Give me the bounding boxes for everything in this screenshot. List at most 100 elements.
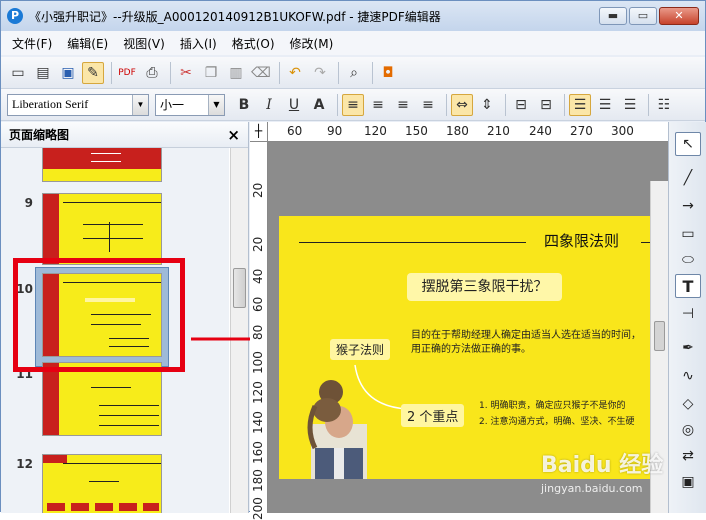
- menu-bar: 文件(F) 编辑(E) 视图(V) 插入(I) 格式(O) 修改(M): [1, 31, 705, 55]
- bag-icon[interactable]: ◘: [377, 62, 399, 84]
- copy-icon[interactable]: ❐: [200, 62, 222, 84]
- toolbar-divider: [446, 93, 447, 116]
- horizontal-ruler: 60 90 120 150 180 210 240 270 300: [268, 122, 668, 142]
- page-thumbnail-8[interactable]: [42, 148, 162, 182]
- divider-line: [299, 242, 526, 243]
- text-outline-button[interactable]: A: [308, 94, 330, 116]
- edit-pen-icon[interactable]: ✎: [82, 61, 104, 84]
- cut-icon[interactable]: ✂: [175, 62, 197, 84]
- scrollbar-thumb[interactable]: [233, 268, 246, 308]
- toolbar-divider: [338, 61, 339, 84]
- rectangle-tool-icon[interactable]: ▭: [675, 222, 701, 246]
- save-icon[interactable]: ▣: [57, 62, 79, 84]
- ruler-tick: 120: [364, 124, 387, 138]
- underline-button[interactable]: U: [283, 94, 305, 116]
- pen-tool-icon[interactable]: ✒: [675, 336, 701, 360]
- search-zoom-icon[interactable]: ⌕: [343, 62, 365, 84]
- baidu-watermark: Baidu 经验: [541, 453, 664, 478]
- pdf-page[interactable]: 四象限法则 摆脱第三象限干扰？ 猴子法则 目的在于帮助经理人确定由适当人选在适当…: [279, 216, 652, 479]
- toolbar-divider: [170, 61, 171, 84]
- description-line: 目的在于帮助经理人确定由适当人选在适当的时间，: [411, 330, 641, 341]
- toolbar-divider: [505, 93, 506, 116]
- text-tool-icon[interactable]: T: [675, 274, 701, 298]
- toolbar-divider: [564, 93, 565, 116]
- ruler-tick: 100: [251, 351, 265, 374]
- ruler-tick: 160: [251, 441, 265, 464]
- list-item: 2. 注意沟通方式，明确、坚决、不生硬: [479, 417, 635, 427]
- curve-tool-icon[interactable]: ∿: [675, 364, 701, 388]
- align-center-icon[interactable]: ≡: [367, 94, 389, 116]
- indent-left-icon[interactable]: ⊟: [510, 94, 532, 116]
- minimize-button[interactable]: ▬: [599, 7, 627, 25]
- select-arrow-icon[interactable]: ↖: [675, 132, 701, 156]
- indent-right-icon[interactable]: ⊟: [535, 94, 557, 116]
- font-size-select[interactable]: 小一 ▼: [155, 93, 225, 116]
- line-tool-icon[interactable]: ╱: [675, 166, 701, 190]
- menu-file[interactable]: 文件(F): [7, 35, 57, 52]
- swap-tool-icon[interactable]: ⇄: [675, 444, 701, 468]
- bold-button[interactable]: B: [233, 94, 255, 116]
- line-spacing-icon[interactable]: ⇕: [476, 94, 498, 116]
- monkey-rule-label[interactable]: 猴子法则: [330, 339, 391, 360]
- list-item: 1. 明确职责，确定应只猴子不是你的: [479, 401, 626, 411]
- marker-tool-icon[interactable]: ⊣: [675, 302, 701, 326]
- italic-button[interactable]: I: [258, 94, 280, 116]
- close-button[interactable]: ✕: [659, 7, 699, 25]
- align-justify-icon[interactable]: ≡: [417, 94, 439, 116]
- ruler-tick: 240: [529, 124, 552, 138]
- page-thumbnail-11[interactable]: [42, 362, 162, 436]
- ruler-tick: 80: [251, 324, 265, 340]
- key-points-label[interactable]: 2 个重点: [401, 404, 465, 427]
- maximize-button[interactable]: ▭: [629, 7, 657, 25]
- arrow-tool-icon[interactable]: →: [675, 194, 701, 218]
- align-left-icon[interactable]: ≡: [342, 93, 364, 116]
- page-thumbnail-12[interactable]: [42, 454, 162, 513]
- ruler-tick: 150: [405, 124, 428, 138]
- ruler-tick: 120: [251, 381, 265, 404]
- slide-question-bubble[interactable]: 摆脱第三象限干扰？: [407, 273, 562, 301]
- char-spacing-icon[interactable]: ⇔: [451, 93, 473, 116]
- scrollbar-thumb[interactable]: [654, 321, 665, 351]
- close-icon[interactable]: ×: [227, 126, 240, 144]
- new-file-icon[interactable]: ▭: [7, 62, 29, 84]
- menu-format[interactable]: 格式(O): [227, 35, 280, 52]
- print-icon[interactable]: ⎙: [141, 62, 163, 84]
- list-icon[interactable]: ☷: [653, 94, 675, 116]
- ellipse-tool-icon[interactable]: ⬭: [675, 248, 701, 272]
- monkey-man-photo[interactable]: [301, 378, 371, 479]
- font-family-select[interactable]: Liberation Serif ▼: [7, 93, 149, 116]
- menu-modify[interactable]: 修改(M): [285, 35, 339, 52]
- chevron-down-icon[interactable]: ▼: [208, 94, 224, 115]
- toolbar-divider: [279, 61, 280, 84]
- toolbar-divider: [337, 93, 338, 116]
- paragraph-right-icon[interactable]: ☰: [619, 94, 641, 116]
- slide-title[interactable]: 四象限法则: [544, 230, 619, 251]
- ruler-tick: 140: [251, 411, 265, 434]
- redo-icon[interactable]: ↷: [309, 62, 331, 84]
- menu-view[interactable]: 视图(V): [118, 35, 170, 52]
- open-folder-icon[interactable]: ▤: [32, 62, 54, 84]
- page-number-9: 9: [24, 196, 33, 210]
- paste-icon[interactable]: ▥: [225, 62, 247, 84]
- stamp-tool-icon[interactable]: ◎: [675, 418, 701, 442]
- ruler-tick: 300: [611, 124, 634, 138]
- menu-edit[interactable]: 编辑(E): [62, 35, 113, 52]
- chevron-down-icon[interactable]: ▼: [132, 94, 148, 115]
- paragraph-center-icon[interactable]: ☰: [594, 94, 616, 116]
- ruler-tick: 200: [251, 497, 265, 520]
- undo-icon[interactable]: ↶: [284, 62, 306, 84]
- clear-icon[interactable]: ⌫: [250, 62, 272, 84]
- pdf-export-icon[interactable]: PDF: [116, 62, 138, 84]
- page-thumbnail-9[interactable]: [42, 193, 162, 265]
- paragraph-left-icon[interactable]: ☰: [569, 93, 591, 116]
- window-title: 《小强升职记》--升级版_A000120140912B1UKOFW.pdf - …: [29, 9, 441, 24]
- layer-tool-icon[interactable]: ▣: [675, 470, 701, 494]
- slide-description[interactable]: 目的在于帮助经理人确定由适当人选在适当的时间， 用正确的方法做正确的事。: [411, 329, 641, 357]
- align-right-icon[interactable]: ≡: [392, 94, 414, 116]
- fill-tool-icon[interactable]: ◇: [675, 392, 701, 416]
- ruler-tick: 270: [570, 124, 593, 138]
- key-points-list[interactable]: 1. 明确职责，确定应只猴子不是你的 2. 注意沟通方式，明确、坚决、不生硬: [479, 398, 634, 430]
- ruler-tick: 20: [251, 236, 265, 252]
- font-size-value: 小一: [160, 98, 185, 112]
- menu-insert[interactable]: 插入(I): [175, 35, 222, 52]
